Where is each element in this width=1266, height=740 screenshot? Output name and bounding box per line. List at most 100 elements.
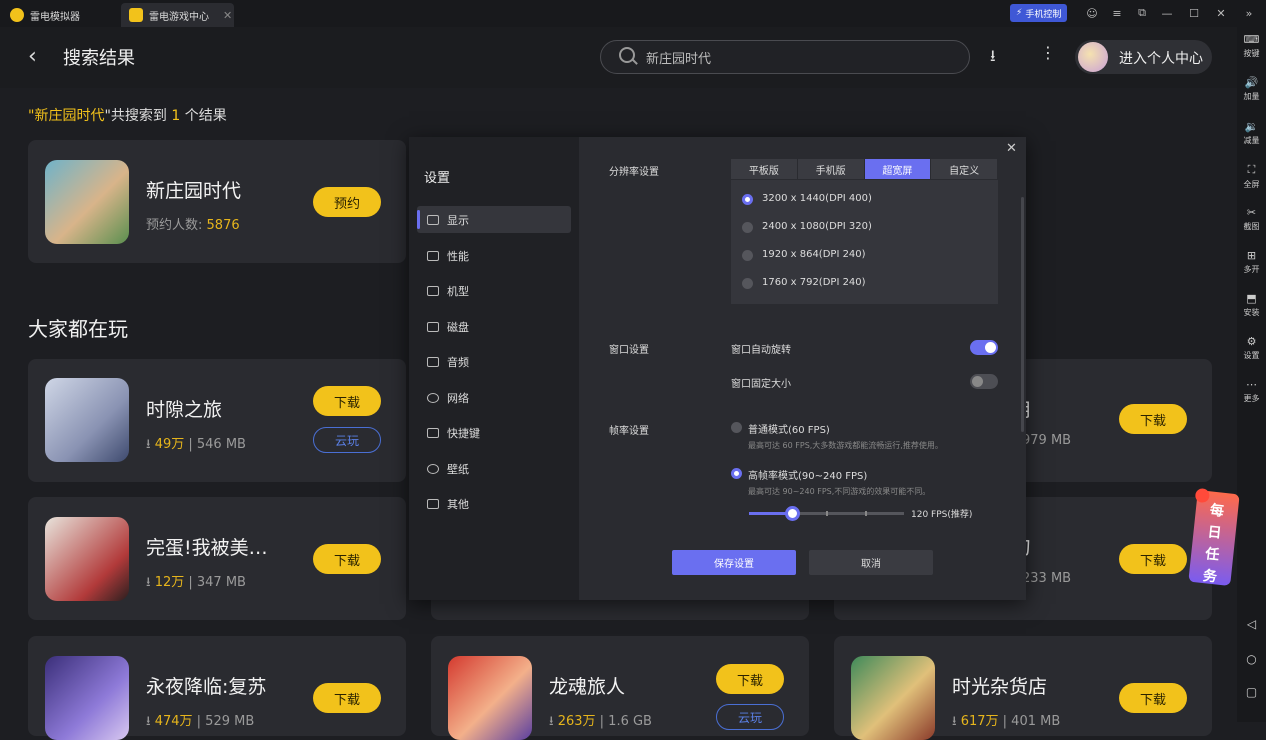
- user-center-button[interactable]: 进入个人中心: [1075, 40, 1212, 74]
- globe-icon: [427, 392, 439, 403]
- download-button[interactable]: 下载: [313, 544, 381, 574]
- disk-icon: [427, 321, 439, 332]
- scrollbar[interactable]: [1021, 197, 1024, 432]
- fps-slider[interactable]: [749, 506, 904, 521]
- cancel-button[interactable]: 取消: [809, 550, 933, 575]
- radio-res-3[interactable]: [742, 278, 753, 289]
- nav-device[interactable]: 机型: [417, 277, 571, 304]
- slider-knob[interactable]: [785, 506, 801, 521]
- recent-nav-icon[interactable]: ▢: [1237, 685, 1266, 699]
- avatar: [1078, 42, 1108, 72]
- nav-label: 音频: [447, 355, 469, 369]
- radio-res-2[interactable]: [742, 250, 753, 261]
- download-button[interactable]: 下载: [313, 386, 381, 416]
- close-icon[interactable]: ✕: [223, 9, 232, 22]
- nav-performance[interactable]: 性能: [417, 242, 571, 269]
- toolbar-label: 减量: [1243, 136, 1260, 145]
- res-option: 1920 x 864(DPI 240): [762, 249, 866, 260]
- radio-res-1[interactable]: [742, 222, 753, 233]
- toolbar-keyboard[interactable]: ⌨ 按键: [1237, 33, 1266, 59]
- nav-label: 显示: [447, 213, 469, 227]
- download-button[interactable]: 下载: [1119, 404, 1187, 434]
- toolbar-more[interactable]: ⋯ 更多: [1237, 378, 1266, 404]
- maximize-icon[interactable]: ☐: [1185, 4, 1203, 22]
- search-input[interactable]: [646, 47, 946, 67]
- menu-icon[interactable]: ≡: [1108, 4, 1126, 22]
- game-card[interactable]: 时光杂货店 ⭳ 617万 | 401 MB 下载: [834, 636, 1212, 740]
- dialog-close-icon[interactable]: ✕: [1006, 141, 1017, 156]
- toolbar-label: 全屏: [1243, 180, 1260, 189]
- toolbar-screenshot[interactable]: ✂ 截图: [1237, 206, 1266, 232]
- result-card[interactable]: 新庄园时代 预约人数: 5876 预约: [28, 140, 406, 263]
- download-button[interactable]: 下载: [1119, 683, 1187, 713]
- game-meta: ⭳ 12万 | 347 MB: [146, 575, 246, 590]
- phone-control-label: 手机控制: [1025, 9, 1062, 20]
- game-icon: [851, 656, 935, 740]
- radio-fps-normal[interactable]: [731, 422, 742, 433]
- cloud-play-button[interactable]: 云玩: [716, 704, 784, 730]
- volume-up-icon: 🔊: [1244, 76, 1259, 89]
- search-box[interactable]: [600, 40, 970, 74]
- back-arrow-icon[interactable]: ‹: [28, 44, 37, 69]
- auto-rotate-label: 窗口自动旋转: [731, 345, 791, 356]
- back-nav-icon[interactable]: ◁: [1237, 617, 1266, 631]
- radio-res-0[interactable]: [742, 194, 753, 205]
- tab-label: 雷电模拟器: [30, 11, 80, 23]
- tab-emulator[interactable]: 雷电模拟器: [2, 3, 117, 27]
- game-name: 永夜降临:复苏: [146, 676, 267, 698]
- tab-custom[interactable]: 自定义: [931, 159, 998, 179]
- save-settings-button[interactable]: 保存设置: [672, 550, 796, 575]
- nav-label: 网络: [447, 391, 469, 405]
- res-option: 3200 x 1440(DPI 400): [762, 193, 872, 204]
- nav-display[interactable]: 显示: [417, 206, 571, 233]
- toolbar-install[interactable]: ⬒ 安装: [1237, 292, 1266, 318]
- reserve-button[interactable]: 预约: [313, 187, 381, 217]
- close-window-icon[interactable]: ✕: [1212, 4, 1230, 22]
- tab-game-center[interactable]: 雷电游戏中心 ✕: [121, 3, 234, 27]
- toolbar-fullscreen[interactable]: ⛶ 全屏: [1237, 163, 1266, 190]
- window-settings-label: 窗口设置: [609, 345, 649, 356]
- download-button[interactable]: 下载: [313, 683, 381, 713]
- download-count-icon: ⭳: [146, 575, 155, 590]
- game-card[interactable]: 完蛋!我被美… ⭳ 12万 | 347 MB 下载: [28, 497, 406, 620]
- tab-tablet[interactable]: 平板版: [731, 159, 798, 179]
- download-button[interactable]: 下载: [716, 664, 784, 694]
- title-bar: 雷电模拟器 雷电游戏中心 ✕ ⚡ 手机控制 ☺ ≡ ⧉ — ☐ ✕ »: [0, 0, 1266, 27]
- phone-control-button[interactable]: ⚡ 手机控制: [1010, 4, 1068, 22]
- keyboard-icon: ⌨: [1243, 33, 1260, 46]
- emoji-icon[interactable]: ☺: [1083, 4, 1101, 22]
- game-card[interactable]: 龙魂旅人 ⭳ 263万 | 1.6 GB 下载 云玩: [431, 636, 809, 740]
- tab-ultrawide[interactable]: 超宽屏: [864, 159, 932, 179]
- collapse-sidebar-icon[interactable]: »: [1240, 4, 1258, 22]
- cloud-play-button[interactable]: 云玩: [313, 427, 381, 453]
- toolbar-settings[interactable]: ⚙ 设置: [1237, 335, 1266, 361]
- fps-high-label: 高帧率模式(90~240 FPS): [748, 471, 868, 482]
- game-meta: 预约人数: 5876: [146, 214, 240, 233]
- right-toolbar: ⌨ 按键 🔊 加量 🔉 减量 ⛶ 全屏 ✂ 截图 ⊞ 多开 ⬒ 安装 ⚙ 设置 ⋯ 更多 ◁ ○ …: [1237, 27, 1266, 722]
- nav-wallpaper[interactable]: 壁纸: [417, 455, 571, 482]
- radio-fps-high[interactable]: [731, 468, 742, 479]
- download-icon[interactable]: ⭳: [990, 45, 996, 72]
- toolbar-multi-instance[interactable]: ⊞ 多开: [1237, 249, 1266, 275]
- auto-rotate-toggle[interactable]: [970, 340, 998, 355]
- nav-disk[interactable]: 磁盘: [417, 313, 571, 340]
- game-icon: [45, 160, 129, 244]
- tab-phone[interactable]: 手机版: [797, 159, 865, 179]
- minimize-icon[interactable]: —: [1158, 4, 1176, 22]
- daily-task-badge[interactable]: 每日任务: [1188, 487, 1240, 586]
- nav-network[interactable]: 网络: [417, 384, 571, 411]
- home-nav-icon[interactable]: ○: [1237, 652, 1266, 666]
- game-card[interactable]: 永夜降临:复苏 ⭳ 474万 | 529 MB 下载: [28, 636, 406, 740]
- page-title: 搜索结果: [63, 48, 135, 69]
- nav-shortcuts[interactable]: 快捷键: [417, 419, 571, 446]
- download-button[interactable]: 下载: [1119, 544, 1187, 574]
- toolbar-volume-down[interactable]: 🔉 减量: [1237, 120, 1266, 146]
- fps-high-hint: 最高可达 90~240 FPS,不同游戏的效果可能不同。: [748, 487, 931, 496]
- toolbar-volume-up[interactable]: 🔊 加量: [1237, 76, 1266, 102]
- fixed-size-toggle[interactable]: [970, 374, 998, 389]
- nav-other[interactable]: 其他: [417, 490, 571, 517]
- game-card[interactable]: 时隙之旅 ⭳ 49万 | 546 MB 下载 云玩: [28, 359, 406, 482]
- more-vertical-icon[interactable]: ⋮: [1040, 43, 1056, 62]
- nav-audio[interactable]: 音频: [417, 348, 571, 375]
- restore-icon[interactable]: ⧉: [1133, 4, 1151, 22]
